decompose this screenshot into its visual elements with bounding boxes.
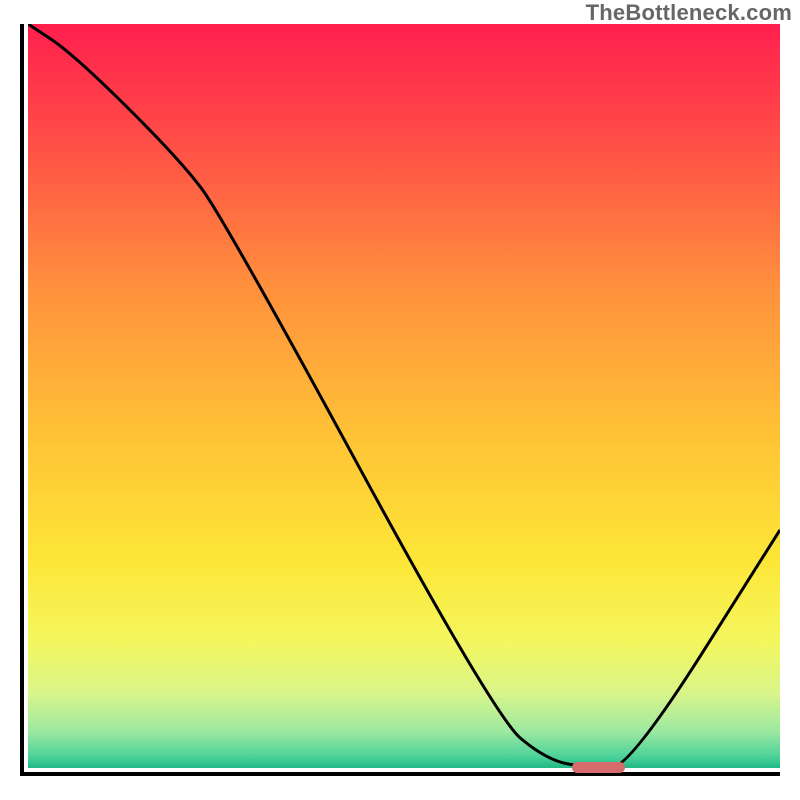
- target-range-marker: [572, 762, 625, 773]
- plot-area: [20, 24, 780, 776]
- watermark-text: TheBottleneck.com: [586, 0, 792, 26]
- curve-path: [28, 24, 780, 768]
- bottleneck-curve: [28, 24, 780, 768]
- chart-frame: TheBottleneck.com: [0, 0, 800, 800]
